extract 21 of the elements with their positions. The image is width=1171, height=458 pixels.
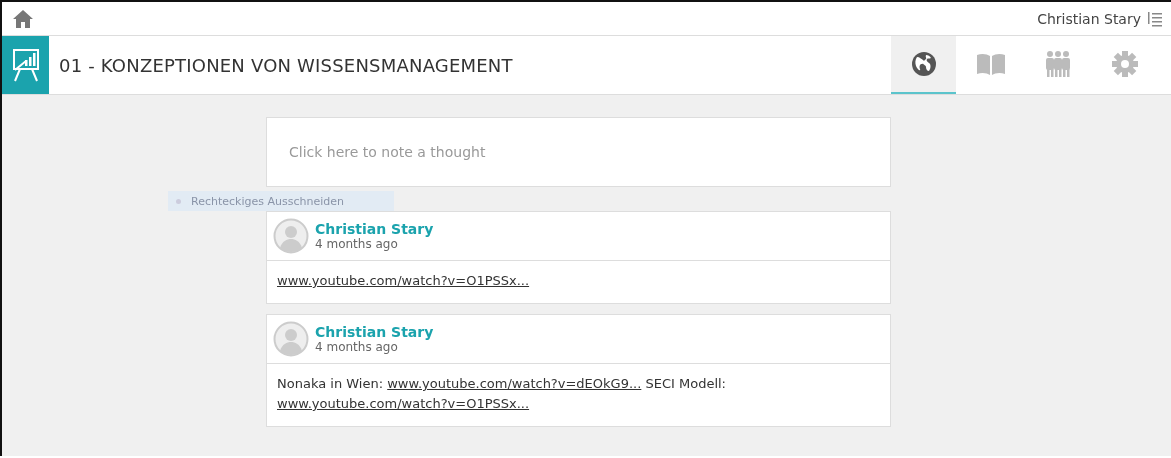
globe-icon — [910, 51, 937, 77]
post-time: 4 months ago — [315, 340, 399, 354]
user-name[interactable]: Christian Stary — [1037, 10, 1141, 27]
settings-icon — [1110, 50, 1139, 78]
book-icon — [975, 52, 1006, 76]
note-input-field[interactable]: Click here to note a thought — [266, 117, 891, 187]
avatar-icon — [273, 321, 309, 357]
post-text: Nonaka in Wien: — [277, 376, 385, 391]
avatar-icon — [273, 218, 309, 254]
video-link[interactable]: www.youtube.com/watch?v=dEOkG9... — [387, 376, 642, 391]
presentation-icon — [11, 48, 40, 82]
page-title: 01 - KONZEPTIONEN VON WISSENSMANAGEMENT — [58, 53, 514, 78]
home-icon[interactable] — [12, 8, 34, 29]
people-icon — [1043, 50, 1072, 78]
tab[interactable] — [891, 36, 956, 94]
video-link[interactable]: www.youtube.com/watch?v=O1PSSx... — [277, 273, 530, 288]
tooltip: Rechteckiges Ausschneiden — [168, 191, 394, 211]
video-link[interactable]: www.youtube.com/watch?v=O1PSSx... — [277, 396, 530, 411]
post-time: 4 months ago — [315, 237, 399, 251]
post-text: SECI Modell: — [644, 376, 726, 391]
menu-icon[interactable] — [1147, 10, 1163, 27]
